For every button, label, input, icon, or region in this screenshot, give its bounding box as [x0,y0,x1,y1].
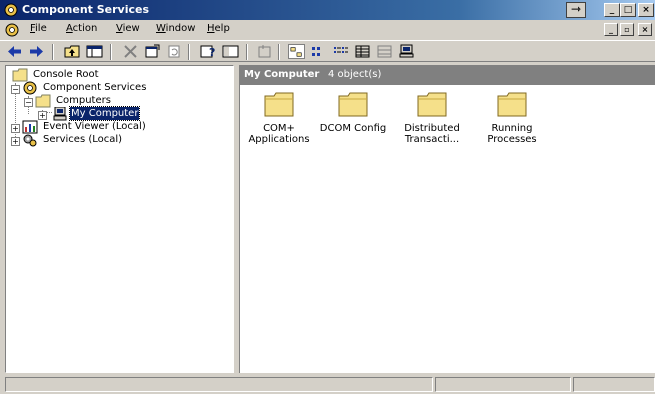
tree-node-label: Component Services [43,82,147,93]
restore-arrow-button[interactable]: ⇾ [566,2,586,18]
status-panel-main [5,377,433,392]
computer-icon[interactable] [398,44,415,59]
folder-item-running-processes[interactable]: Running Processes [478,90,546,145]
back-arrow-icon[interactable] [6,44,23,59]
toolbar: ? [0,40,655,62]
up-one-level-icon[interactable] [64,44,81,59]
list-view-grey-icon[interactable] [376,44,393,59]
console-tree[interactable]: Console Root − Component Services − Comp… [5,65,234,373]
tree-node-label: My Computer [68,106,141,121]
folder-label: COM+ Applications [248,123,310,145]
large-icons-view-icon[interactable] [288,44,305,59]
folder-item-dcom-config[interactable]: DCOM Config [319,90,387,134]
tree-node-label: Console Root [33,69,99,80]
folder-icon [35,94,51,108]
maximize-button[interactable]: □ [620,3,636,17]
refresh-icon[interactable] [166,44,183,59]
svg-text:?: ? [209,46,215,59]
folder-icon [338,92,368,117]
expand-toggle[interactable]: + [11,137,20,146]
delete-icon[interactable] [122,44,139,59]
event-viewer-icon [22,120,38,134]
toolbar-separator [188,44,190,60]
menu-bar: File Action View Window Help _ ▫ × [0,21,655,39]
details-pane[interactable]: My Computer 4 object(s) COM+ Applications… [239,65,655,373]
collapse-toggle[interactable]: − [11,85,20,94]
menu-action[interactable]: Action [66,23,97,34]
title-bar: Component Services ⇾ _ □ × [0,0,655,20]
window-title: Component Services [22,3,150,16]
tree-node-console-root[interactable]: Console Root [10,68,210,82]
show-hide-console-tree-icon[interactable] [86,44,103,59]
folder-item-com-applications[interactable]: COM+ Applications [245,90,313,145]
tree-node-label: Event Viewer (Local) [43,121,146,132]
child-close-button[interactable]: × [638,23,652,36]
folder-item-distributed-transaction[interactable]: Distributed Transacti... [398,90,466,145]
app-menu-icon[interactable] [4,22,20,38]
pane-title: My Computer [244,69,320,80]
folder-label: Running Processes [487,123,537,145]
forward-arrow-icon[interactable] [28,44,45,59]
expand-toggle[interactable]: + [38,111,47,120]
object-count: 4 object(s) [328,69,382,80]
tree-node-component-services[interactable]: Component Services [20,81,220,95]
properties-icon[interactable] [144,44,161,59]
folder-icon [12,68,28,82]
status-panel-2 [435,377,571,392]
folder-label: DCOM Config [319,123,387,134]
folder-label: Distributed Transacti... [404,123,460,145]
collapse-toggle[interactable]: − [24,98,33,107]
help-icon[interactable]: ? [200,44,217,59]
tree-node-event-viewer[interactable]: Event Viewer (Local) [20,120,220,134]
close-button[interactable]: × [638,3,654,17]
detail-view-icon[interactable] [354,44,371,59]
tree-node-label: Computers [56,95,111,106]
tree-node-my-computer[interactable]: My Computer [52,106,202,121]
expand-toggle[interactable]: + [11,124,20,133]
toolbar-separator [110,44,112,60]
toolbar-separator [52,44,54,60]
menu-view[interactable]: View [116,23,140,34]
status-bar [0,375,655,394]
child-restore-button[interactable]: ▫ [620,23,634,36]
menu-window[interactable]: Window [156,23,195,34]
status-panel-3 [573,377,655,392]
toolbar-separator [278,44,280,60]
minimize-button[interactable]: _ [604,3,620,17]
menu-file[interactable]: File [30,23,47,34]
pane-header: My Computer 4 object(s) [240,66,655,85]
child-minimize-button[interactable]: _ [604,23,618,36]
folder-icon [497,92,527,117]
list-view-icon[interactable] [332,44,349,59]
new-window-icon[interactable] [256,44,273,59]
console-tree-icon[interactable] [222,44,239,59]
tree-node-label: Services (Local) [43,134,123,145]
folder-icon [264,92,294,117]
toolbar-separator [246,44,248,60]
gear-icon [23,134,37,147]
computer-icon [53,107,67,121]
tree-node-computers[interactable]: Computers [33,94,213,108]
small-icons-view-icon[interactable] [310,44,327,59]
menu-help[interactable]: Help [207,23,230,34]
component-services-icon [4,3,18,17]
folder-icon [417,92,447,117]
tree-node-services[interactable]: Services (Local) [20,133,220,147]
component-services-icon [23,81,37,95]
